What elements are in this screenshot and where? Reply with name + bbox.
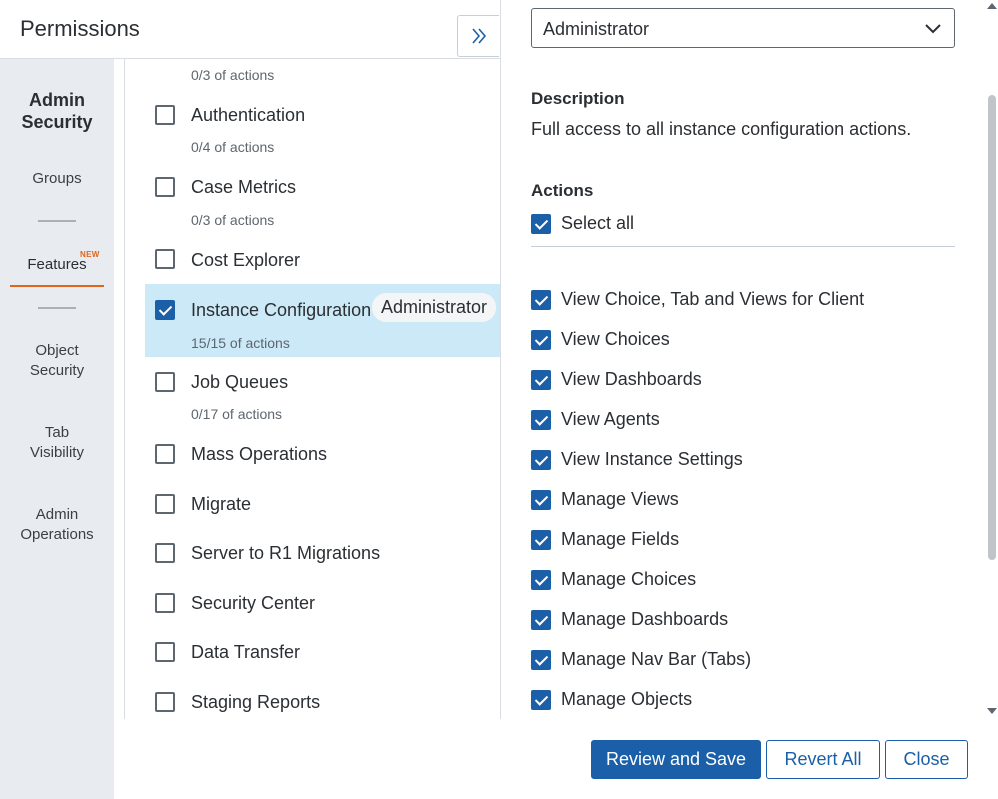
feature-row[interactable]: Migrate [145, 484, 500, 529]
action-label: View Choice, Tab and Views for Client [561, 289, 865, 309]
action-checkbox[interactable] [531, 330, 551, 350]
feature-checkbox[interactable] [155, 494, 175, 514]
feature-checkbox[interactable] [155, 177, 175, 197]
action-checkbox[interactable] [531, 410, 551, 430]
action-checkbox[interactable] [531, 570, 551, 590]
feature-checkbox[interactable] [155, 444, 175, 464]
feature-name: Instance Configuration [191, 300, 372, 320]
action-label: Manage Dashboards [561, 609, 729, 629]
feature-row-selected[interactable]: Instance Configuration Administrator 15/… [145, 284, 500, 357]
feature-name: Cost Explorer [191, 250, 301, 270]
feature-checkbox[interactable] [155, 642, 175, 662]
action-checkbox[interactable] [531, 490, 551, 510]
feature-name: Case Metrics [191, 177, 297, 197]
sidebar-item-admin-operations[interactable]: Admin Operations [0, 505, 114, 545]
feature-action-count: 15/15 of actions [191, 335, 290, 351]
feature-name: Migrate [191, 494, 252, 514]
feature-row[interactable]: Data Transfer [145, 632, 500, 677]
action-checkbox[interactable] [531, 530, 551, 550]
feature-name: Server to R1 Migrations [191, 543, 381, 563]
select-all-checkbox[interactable] [531, 214, 551, 234]
feature-checkbox[interactable] [155, 593, 175, 613]
feature-name: Job Queues [191, 372, 289, 392]
action-label: Manage Nav Bar (Tabs) [561, 649, 752, 669]
feature-row[interactable]: Server to R1 Migrations [145, 533, 500, 578]
feature-action-count: 0/3 of actions [191, 67, 275, 83]
feature-row[interactable]: Security Center [145, 583, 500, 628]
revert-all-button[interactable]: Revert All [766, 740, 880, 779]
actions-divider [531, 246, 955, 247]
feature-checkbox[interactable] [155, 692, 175, 712]
sidebar-divider [38, 307, 76, 309]
sidebar-item-groups[interactable]: Groups [0, 169, 114, 189]
feature-checkbox[interactable] [155, 249, 175, 269]
chevron-down-icon [925, 24, 941, 34]
action-checkbox[interactable] [531, 290, 551, 310]
feature-checkbox[interactable] [155, 105, 175, 125]
action-checkbox[interactable] [531, 650, 551, 670]
scrollbar-thumb[interactable] [988, 95, 996, 560]
action-label: Manage Fields [561, 529, 680, 549]
sidebar-heading: Admin Security [21, 90, 93, 132]
feature-row[interactable]: Case Metrics 0/3 of actions [145, 167, 500, 237]
sidebar-item-tab-visibility[interactable]: Tab Visibility [0, 423, 114, 463]
action-checkbox[interactable] [531, 690, 551, 710]
role-select-value: Administrator [543, 19, 650, 39]
feature-row[interactable]: Authentication 0/4 of actions [145, 95, 500, 165]
feature-name: Data Transfer [191, 642, 301, 662]
scroll-up-arrow-icon[interactable] [987, 3, 997, 9]
role-pill: Administrator [372, 293, 497, 322]
feature-name: Authentication [191, 105, 306, 125]
select-all-label: Select all [561, 213, 635, 233]
action-label: Manage Objects [561, 689, 693, 709]
dialog-footer: Review and Save Revert All Close [114, 719, 998, 799]
description-heading: Description [531, 89, 625, 108]
scroll-down-arrow-icon[interactable] [987, 708, 997, 714]
action-label: View Dashboards [561, 369, 702, 389]
page-title: Permissions [20, 16, 140, 41]
feature-action-count: 0/3 of actions [191, 212, 275, 228]
sidebar-item-object-security[interactable]: Object Security [0, 341, 114, 381]
feature-name: Staging Reports [191, 692, 321, 712]
action-checkbox[interactable] [531, 450, 551, 470]
feature-name: Mass Operations [191, 444, 328, 464]
action-label: Manage Choices [561, 569, 697, 589]
description-text: Full access to all instance configuratio… [531, 119, 912, 139]
feature-action-count: 0/4 of actions [191, 139, 275, 155]
feature-row[interactable]: Job Queues 0/17 of actions [145, 362, 500, 432]
feature-action-count: 0/17 of actions [191, 406, 283, 422]
close-button[interactable]: Close [885, 740, 968, 779]
feature-detail-panel: Administrator Description Full access to… [500, 0, 998, 719]
feature-name: Security Center [191, 593, 316, 613]
feature-row[interactable]: Cost Explorer [145, 239, 500, 284]
action-checkbox[interactable] [531, 610, 551, 630]
admin-sidebar: Admin Security Groups Features NEW Objec… [0, 59, 114, 799]
sidebar-divider [38, 220, 76, 222]
feature-list[interactable]: 0/3 of actions Authentication 0/4 of act… [124, 59, 500, 719]
action-checkbox[interactable] [531, 370, 551, 390]
feature-checkbox[interactable] [155, 372, 175, 392]
double-chevron-right-icon [471, 28, 486, 44]
active-indicator [10, 285, 104, 287]
collapse-panel-button[interactable] [457, 15, 499, 57]
action-label: Manage Views [561, 489, 679, 509]
feature-row[interactable]: Staging Reports [145, 682, 500, 719]
new-badge: NEW [80, 250, 100, 259]
feature-row[interactable]: Mass Operations [145, 434, 500, 479]
action-label: View Choices [561, 329, 670, 349]
action-label: View Instance Settings [561, 449, 743, 469]
panel-header: Permissions [0, 0, 500, 59]
review-and-save-button[interactable]: Review and Save [591, 740, 761, 779]
feature-checkbox[interactable] [155, 543, 175, 563]
feature-checkbox[interactable] [155, 300, 175, 320]
actions-heading: Actions [531, 181, 594, 200]
action-label: View Agents [561, 409, 660, 429]
role-select[interactable]: Administrator [531, 8, 955, 48]
